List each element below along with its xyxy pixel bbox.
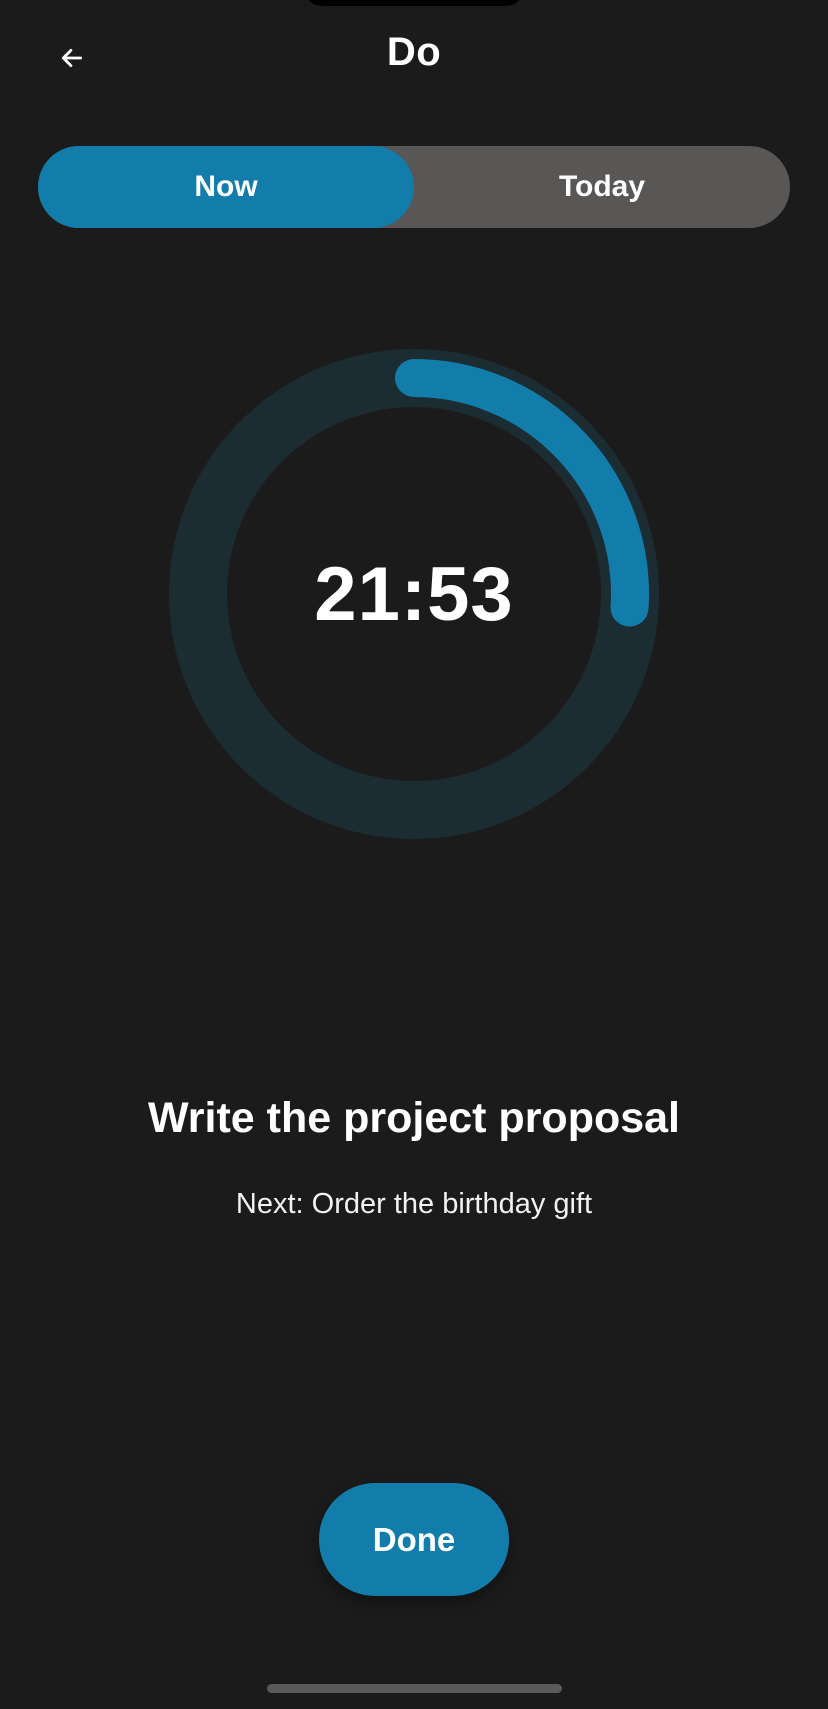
timer-ring: 21:53 bbox=[168, 348, 660, 840]
do-screen: Do Now Today 21:53 Write the project pro… bbox=[0, 0, 828, 1709]
page-title: Do bbox=[386, 30, 442, 74]
top-bar: Do bbox=[0, 20, 828, 92]
home-indicator bbox=[267, 1684, 562, 1693]
timer-countdown: 21:53 bbox=[314, 551, 514, 637]
next-task-label: Next: Order the birthday gift bbox=[235, 1188, 593, 1220]
done-button[interactable]: Done bbox=[319, 1483, 509, 1596]
mode-switch: Now Today bbox=[38, 146, 790, 228]
device-notch bbox=[304, 0, 524, 6]
tab-now[interactable]: Now bbox=[38, 146, 414, 228]
tab-today[interactable]: Today bbox=[414, 146, 790, 228]
current-task-title: Write the project proposal bbox=[148, 1094, 680, 1142]
